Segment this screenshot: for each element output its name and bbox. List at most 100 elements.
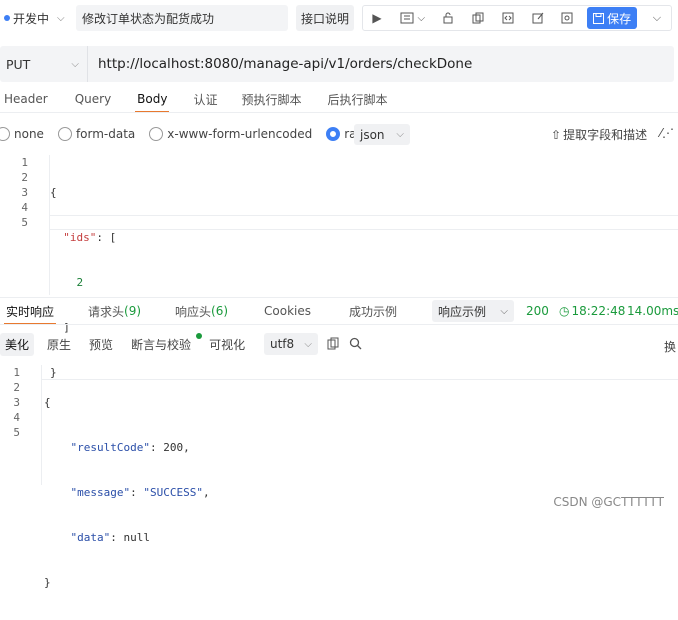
chevron-down-icon: ⌵	[71, 59, 79, 70]
chevron-down-icon: ⌵	[304, 339, 312, 350]
status-dropdown[interactable]: 开发中 ⌵	[0, 6, 72, 30]
request-headers-count: (9)	[124, 304, 141, 318]
tab-post-script[interactable]: 后执行脚本	[328, 86, 388, 112]
radio-form-data-label: form-data	[76, 127, 135, 141]
raw-format-value: json	[360, 128, 385, 142]
response-body-code: { "resultCode": 200, "message": "SUCCESS…	[44, 365, 210, 620]
toolbar: 开发中 ⌵ 修改订单状态为配货成功 接口说明 ▶ ⌵ 保存 ⌵	[0, 0, 678, 36]
extract-fields-label: 提取字段和描述	[563, 126, 647, 143]
radio-none-label: none	[14, 127, 44, 141]
key-resultCode: "resultCode"	[71, 441, 150, 454]
line-numbers: 1 2 3 4 5	[0, 155, 28, 230]
editor-gutter-border	[41, 365, 42, 485]
line-numbers: 1 2 3 4 5	[0, 365, 20, 440]
key-message: "message"	[71, 486, 131, 499]
response-headers-count: (6)	[211, 304, 228, 318]
radio-urlencoded[interactable]	[149, 127, 163, 141]
status-dot-icon	[4, 15, 10, 21]
message-text: SUCCESS	[150, 486, 196, 499]
chevron-down-icon: ⌵	[57, 13, 65, 24]
resp-line-3: "message": "SUCCESS",	[44, 485, 210, 500]
format-icon[interactable]: ⁄⋰	[660, 126, 674, 140]
response-duration: 14.00ms	[627, 304, 678, 318]
response-example-select[interactable]: 响应示例 ⌵	[432, 300, 514, 322]
api-explain-button[interactable]: 接口说明	[296, 5, 354, 31]
resultCode-value: 200	[163, 441, 183, 454]
radio-raw[interactable]	[326, 127, 340, 141]
edit-icon[interactable]	[528, 8, 548, 28]
resp-line-2: "resultCode": 200,	[44, 440, 210, 455]
divider	[0, 324, 678, 325]
radio-form-data[interactable]	[58, 127, 72, 141]
view-tab-beautify[interactable]: 美化	[0, 333, 34, 356]
encoding-value: utf8	[270, 337, 294, 351]
view-tab-visualize[interactable]: 可视化	[204, 333, 250, 356]
toolbar-actions: ▶ ⌵ 保存 ⌵	[362, 5, 672, 31]
search-icon[interactable]	[349, 337, 362, 353]
tab-auth[interactable]: 认证	[193, 86, 217, 112]
view-tab-preview[interactable]: 预览	[84, 333, 118, 356]
response-example-label: 响应示例	[438, 303, 486, 320]
save-icon	[593, 13, 604, 24]
tab-response-headers-label: 响应头	[175, 303, 211, 320]
doc-icon[interactable]: ⌵	[397, 8, 429, 28]
api-name-input[interactable]: 修改订单状态为配货成功	[76, 5, 288, 31]
wrap-toggle[interactable]: 换	[664, 338, 676, 355]
copy-icon[interactable]	[327, 337, 339, 353]
code-line-2: "ids": [	[50, 230, 116, 245]
copy-icon[interactable]	[468, 8, 488, 28]
tab-request-headers-label: 请求头	[88, 303, 124, 320]
radio-none[interactable]	[0, 127, 10, 141]
tab-success-example[interactable]: 成功示例	[349, 298, 397, 324]
code-line-1: {	[50, 185, 116, 200]
active-line-highlight	[50, 215, 678, 230]
url-bar: PUT ⌵ http://localhost:8080/manage-api/v…	[0, 46, 674, 82]
key-ids: "ids"	[63, 231, 96, 244]
tab-response-headers[interactable]: 响应头(6)	[175, 298, 228, 324]
method-value: PUT	[6, 57, 30, 72]
save-more-chevron-icon[interactable]: ⌵	[647, 8, 667, 28]
view-tab-assertions-label: 断言与校验	[131, 338, 191, 352]
data-value: null	[124, 531, 151, 544]
tab-body[interactable]: Body	[137, 86, 167, 112]
message-value: "SUCCESS"	[143, 486, 203, 499]
url-input[interactable]: http://localhost:8080/manage-api/v1/orde…	[88, 56, 472, 72]
assertion-status-dot	[196, 333, 202, 339]
method-select[interactable]: PUT ⌵	[0, 46, 88, 82]
divider	[0, 112, 678, 113]
tab-pre-script[interactable]: 预执行脚本	[241, 86, 301, 112]
raw-format-select[interactable]: json ⌵	[354, 124, 410, 145]
resp-line-4: "data": null	[44, 530, 210, 545]
save-label: 保存	[607, 10, 631, 27]
status-label: 开发中	[13, 10, 49, 27]
resp-line-1: {	[44, 395, 210, 410]
chevron-down-icon: ⌵	[500, 306, 508, 317]
tab-realtime-response[interactable]: 实时响应	[6, 298, 54, 324]
code-line-3: 2	[50, 275, 116, 290]
tab-cookies[interactable]: Cookies	[264, 298, 311, 324]
tab-request-headers[interactable]: 请求头(9)	[88, 298, 141, 324]
lock-icon[interactable]	[438, 8, 458, 28]
api-explain-label: 接口说明	[301, 10, 349, 27]
save-button[interactable]: 保存	[587, 7, 637, 29]
radio-urlencoded-label: x-www-form-urlencoded	[167, 127, 312, 141]
status-code: 200	[526, 304, 549, 318]
chevron-down-icon: ⌵	[396, 129, 404, 140]
response-body-viewer[interactable]: 1 2 3 4 5 { "resultCode": 200, "message"…	[0, 365, 678, 485]
tab-query[interactable]: Query	[75, 86, 111, 112]
tab-header[interactable]: Header	[4, 86, 48, 112]
run-icon[interactable]: ▶	[367, 8, 387, 28]
response-view-tabs: 美化 原生 预览 断言与校验 可视化	[0, 332, 250, 356]
request-body-editor[interactable]: 1 2 3 4 5 { "ids": [ 2 ] }	[0, 155, 678, 295]
watermark: CSDN @GCTTTTTT	[553, 495, 664, 509]
extract-fields-button[interactable]: ⇧ 提取字段和描述	[551, 126, 647, 143]
upload-icon: ⇧	[551, 128, 561, 142]
request-tabs: Header Query Body 认证 预执行脚本 后执行脚本	[0, 86, 388, 112]
encoding-select[interactable]: utf8 ⌵	[264, 333, 318, 355]
code-icon[interactable]	[498, 8, 518, 28]
preview-icon[interactable]	[557, 8, 577, 28]
view-tab-raw[interactable]: 原生	[42, 333, 76, 356]
view-tab-assertions[interactable]: 断言与校验	[126, 333, 196, 356]
key-data: "data"	[71, 531, 111, 544]
resp-line-5: }	[44, 575, 210, 590]
